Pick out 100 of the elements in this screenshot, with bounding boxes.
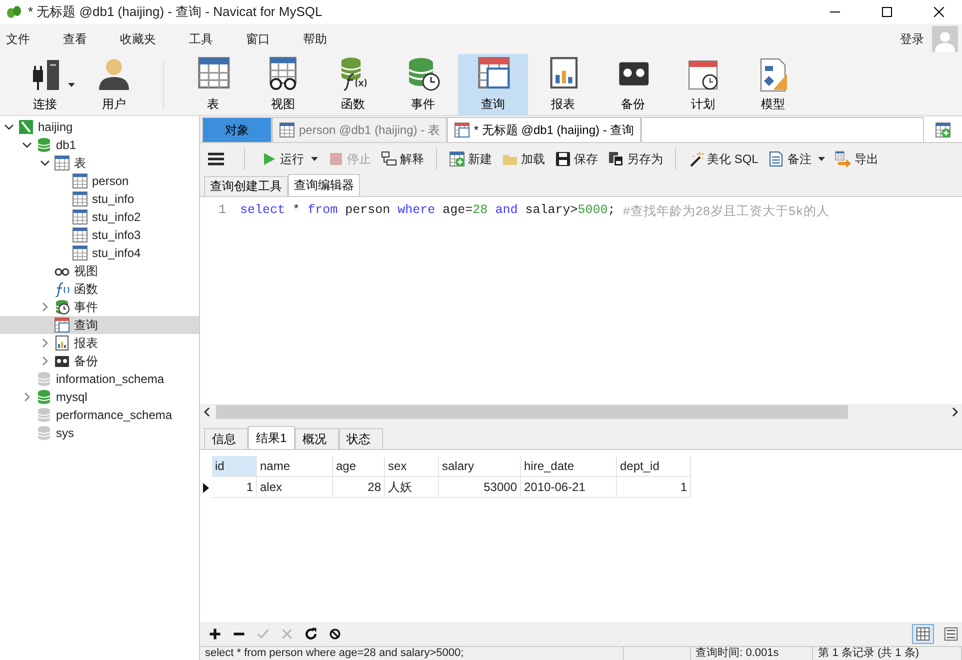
column-header[interactable]: hire_date (521, 456, 617, 477)
query-icon (454, 122, 470, 138)
menu-item[interactable]: 工具 (183, 30, 226, 48)
tree-item[interactable]: 视图 (0, 262, 199, 280)
play-icon (261, 151, 277, 167)
table-icon (72, 245, 88, 261)
query-icon (54, 317, 70, 333)
menu-item[interactable]: 收藏夹 (114, 30, 169, 48)
column-header[interactable]: sex (385, 456, 439, 477)
connection-icon (18, 119, 34, 135)
tree-item[interactable]: 备份 (0, 352, 199, 370)
document-tab[interactable]: 对象 (202, 117, 272, 142)
tree-item[interactable]: haijing (0, 118, 199, 136)
tree-item[interactable]: stu_info (0, 190, 199, 208)
toolbar-button[interactable]: 加载 (498, 147, 549, 171)
database-icon (36, 425, 52, 441)
no-entry-icon (328, 627, 342, 641)
database-icon (36, 389, 52, 405)
table-cell: 1 (212, 477, 257, 498)
sql-code[interactable]: select * from person where age=28 and salary>5000; #查找年龄为28岁且工资大于5k的人 (240, 203, 837, 404)
backup-icon (54, 353, 70, 369)
table-cell: 1 (617, 477, 691, 498)
tree-item[interactable]: 报表 (0, 334, 199, 352)
table-icon (279, 122, 295, 138)
tree-item[interactable]: stu_info4 (0, 244, 199, 262)
column-header[interactable]: dept_id (617, 456, 691, 477)
list-icon (944, 627, 958, 641)
editor-tab[interactable]: 查询创建工具 (204, 176, 288, 196)
leaf-logo-icon (6, 5, 22, 19)
table-icon (72, 191, 88, 207)
toolbar-button[interactable]: 连接 (10, 54, 80, 115)
toolbar-button[interactable]: 新建 (445, 147, 496, 171)
result-tab[interactable]: 结果1 (248, 426, 295, 449)
tree-item[interactable]: db1 (0, 136, 199, 154)
status-record: 第 1 条记录 (共 1 条) (813, 647, 962, 660)
add-table-icon (449, 151, 465, 167)
save-icon (555, 151, 571, 167)
toolbar-button[interactable]: 导出 (831, 147, 882, 171)
toolbar-button[interactable]: 运行 (257, 147, 322, 171)
toolbar-button[interactable]: 模型 (738, 54, 808, 115)
menu-icon[interactable] (208, 152, 224, 166)
result-tab[interactable]: 状态 (338, 428, 383, 449)
column-header[interactable]: salary (439, 456, 521, 477)
tree-item[interactable]: mysql (0, 388, 199, 406)
magic-wand-icon (688, 151, 704, 167)
toolbar-button[interactable]: 保存 (551, 147, 602, 171)
toolbar-button[interactable]: 备份 (598, 54, 668, 115)
column-header[interactable]: age (333, 456, 385, 477)
editor-tab[interactable]: 查询编辑器 (288, 174, 360, 196)
toolbar-button[interactable]: 查询 (458, 54, 528, 115)
tree-item[interactable]: sys (0, 424, 199, 442)
export-icon (835, 151, 852, 167)
result-tab[interactable]: 概况 (294, 428, 339, 449)
menu-item[interactable]: 查看 (57, 30, 100, 48)
scrollbar-thumb[interactable] (216, 405, 848, 419)
tree-item[interactable]: person (0, 172, 199, 190)
login-link[interactable]: 登录 (900, 30, 924, 48)
toolbar-button[interactable]: 视图 (248, 54, 318, 115)
toolbar-button[interactable]: 另存为 (604, 147, 667, 171)
tree-item[interactable]: stu_info3 (0, 226, 199, 244)
tree-item[interactable]: stu_info2 (0, 208, 199, 226)
menu-item[interactable]: 文件 (0, 30, 43, 48)
toolbar-button[interactable]: 表 (178, 54, 248, 115)
table-icon (72, 173, 88, 189)
view-mode-button[interactable] (912, 624, 934, 644)
column-header[interactable]: name (257, 456, 333, 477)
menu-item[interactable]: 帮助 (297, 30, 340, 48)
tree-item[interactable]: information_schema (0, 370, 199, 388)
toolbar-button[interactable]: 用户 (79, 54, 149, 115)
tree-item[interactable]: 表 (0, 154, 199, 172)
toolbar-button[interactable]: 报表 (528, 54, 598, 115)
toolbar-button[interactable]: 计划 (668, 54, 738, 115)
tree-item[interactable]: 查询 (0, 316, 199, 334)
save-as-icon (608, 151, 624, 167)
new-tab-button[interactable] (924, 117, 962, 142)
tree-item[interactable]: 事件 (0, 298, 199, 316)
window-title: * 无标题 @db1 (haijing) - 查询 - Navicat for MySQL (28, 3, 324, 21)
toolbar-button[interactable]: 事件 (388, 54, 458, 115)
close-icon (934, 7, 944, 17)
table-cell: 2010-06-21 (521, 477, 617, 498)
column-header[interactable]: id (212, 456, 257, 477)
toolbar-button[interactable]: 函数 (318, 54, 388, 115)
stop-icon (328, 151, 344, 167)
toolbar-button[interactable]: 美化 SQL (684, 147, 762, 171)
tree-item[interactable]: performance_schema (0, 406, 199, 424)
table-cell: 人妖 (385, 477, 439, 498)
database-icon (36, 407, 52, 423)
function-icon (54, 281, 70, 297)
grid-icon (916, 627, 930, 641)
result-tab[interactable]: 信息 (204, 428, 248, 449)
toolbar-button[interactable]: 备注 (764, 147, 830, 171)
plus-icon (208, 627, 222, 641)
maximize-icon (882, 7, 892, 17)
tree-item[interactable]: 函数 (0, 280, 199, 298)
menu-item[interactable]: 窗口 (240, 30, 283, 48)
check-icon (256, 627, 270, 641)
document-tab[interactable]: * 无标题 @db1 (haijing) - 查询 (446, 117, 642, 142)
document-tab[interactable]: person @db1 (haijing) - 表 (272, 117, 447, 142)
toolbar-button[interactable]: 解释 (377, 147, 428, 171)
status-time: 查询时间: 0.001s (690, 647, 814, 660)
